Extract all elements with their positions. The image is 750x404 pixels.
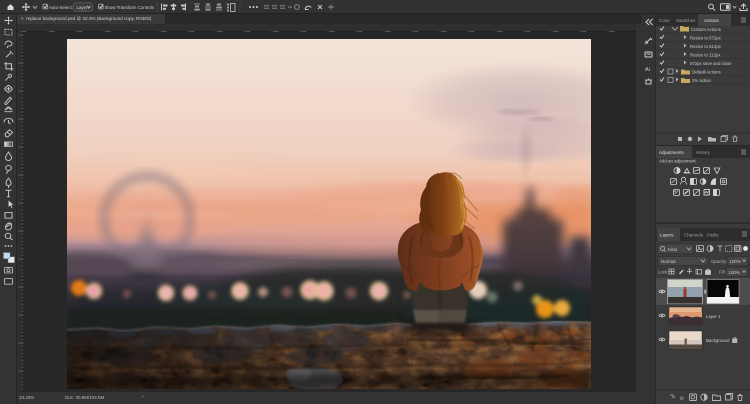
svg-text:Fill:: Fill: (719, 270, 726, 275)
svg-text:Background: Background (706, 338, 730, 343)
svg-text:fx: fx (680, 396, 684, 402)
svg-text:Default Actions: Default Actions (692, 70, 721, 75)
svg-text:Lock:: Lock: (658, 270, 669, 275)
svg-text:Resize to 672px: Resize to 672px (690, 36, 722, 41)
svg-text:2% action: 2% action (692, 78, 711, 83)
svg-text:100%: 100% (730, 259, 741, 264)
svg-text:Layer: Layer (77, 5, 89, 10)
svg-text:Ai: Ai (645, 67, 650, 73)
svg-text:Resize to 512px: Resize to 512px (690, 44, 722, 49)
svg-text:Swatches: Swatches (676, 18, 696, 23)
svg-text:672px save and close: 672px save and close (690, 61, 732, 66)
svg-text:Kind: Kind (668, 247, 678, 252)
svg-text:Normal: Normal (661, 259, 676, 264)
svg-text:Custom Actions: Custom Actions (691, 27, 721, 32)
svg-text:Layers: Layers (660, 233, 674, 238)
svg-text:Color: Color (659, 18, 670, 23)
svg-text:Layer 1: Layer 1 (706, 314, 721, 319)
svg-text:Resize to 112px: Resize to 112px (690, 53, 721, 58)
svg-text:Channels: Channels (684, 233, 704, 238)
svg-text:Auto-Select:: Auto-Select: (49, 5, 73, 10)
svg-text:100%: 100% (729, 270, 740, 275)
svg-text:Show Transform Controls: Show Transform Controls (105, 5, 155, 10)
svg-text:Paths: Paths (707, 233, 719, 238)
svg-text:Add an adjustment: Add an adjustment (659, 159, 696, 164)
svg-text:Actions: Actions (704, 18, 720, 23)
svg-text:History: History (696, 150, 711, 155)
svg-text:Adjustments: Adjustments (659, 150, 685, 155)
svg-text:Opacity:: Opacity: (711, 259, 727, 264)
